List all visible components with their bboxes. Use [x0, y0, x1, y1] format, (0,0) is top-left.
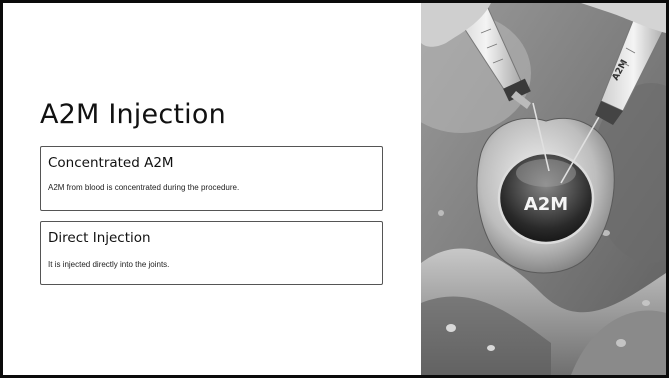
- slide: A2M Injection Concentrated A2M A2M from …: [3, 3, 666, 375]
- card-description: A2M from blood is concentrated during th…: [48, 183, 240, 192]
- card-title: Direct Injection: [48, 230, 151, 246]
- joint-label: A2M: [524, 194, 568, 215]
- info-card-concentrated: Concentrated A2M A2M from blood is conce…: [40, 146, 383, 211]
- card-title: Concentrated A2M: [48, 155, 174, 171]
- slide-title: A2M Injection: [40, 99, 226, 130]
- joint-injection-photo: A2M A2M: [421, 3, 666, 375]
- card-description: It is injected directly into the joints.: [48, 260, 170, 269]
- info-card-direct-injection: Direct Injection It is injected directly…: [40, 221, 383, 285]
